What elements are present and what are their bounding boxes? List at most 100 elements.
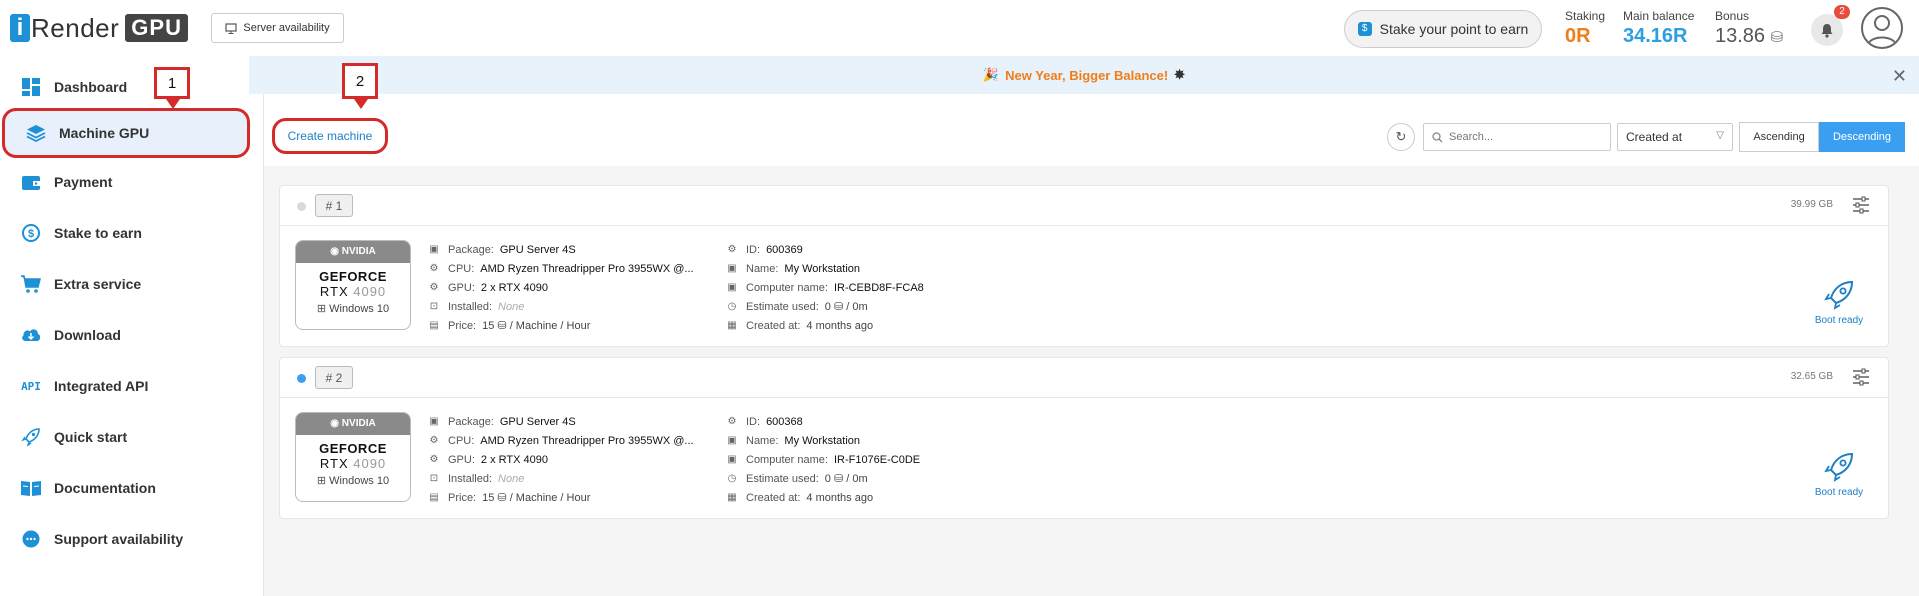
price-value: 15 ⛁ / Machine / Hour bbox=[482, 492, 591, 504]
main-balance-stat: Main balance 34.16R bbox=[1623, 9, 1694, 48]
os-label: ⊞ Windows 10 bbox=[296, 474, 410, 487]
sidebar-item-extra-service[interactable]: Extra service bbox=[0, 262, 254, 306]
close-icon[interactable]: ✕ bbox=[1892, 66, 1907, 87]
sidebar-item-label: Support availability bbox=[54, 531, 184, 547]
cpu-label: CPU: bbox=[448, 262, 475, 275]
price-icon: ▤ bbox=[429, 320, 439, 331]
id-row: ⚙ ID: 600369 bbox=[726, 240, 924, 259]
created-row: ▦ Created at: 4 months ago bbox=[726, 316, 924, 335]
settings-sliders-icon[interactable] bbox=[1851, 196, 1871, 214]
id-value: 600368 bbox=[766, 415, 803, 428]
machine-number-badge: # 2 bbox=[315, 366, 353, 389]
machine-meta: ⚙ ID: 600368 ▣ Name: My Workstation ▣ Compute… bbox=[726, 412, 920, 507]
create-machine-button[interactable]: Create machine bbox=[272, 118, 388, 154]
annotation-pointer-1 bbox=[166, 99, 180, 109]
computer-icon: ▣ bbox=[727, 282, 737, 293]
gpu-series: RTX bbox=[319, 456, 349, 471]
package-value: GPU Server 4S bbox=[499, 243, 576, 256]
settings-sliders-icon[interactable] bbox=[1851, 368, 1871, 386]
installed-value: None bbox=[498, 300, 525, 313]
descending-button[interactable]: Descending bbox=[1819, 122, 1905, 152]
staking-label: Staking bbox=[1565, 9, 1606, 23]
cpu-label: CPU: bbox=[448, 434, 475, 447]
promo-banner: 🎉 New Year, Bigger Balance! ✸ ✕ bbox=[249, 56, 1919, 94]
annotation-callout-1: 1 bbox=[154, 67, 190, 99]
svg-text:$: $ bbox=[28, 228, 34, 240]
sort-field-select[interactable]: Created at ▽ bbox=[1617, 123, 1733, 151]
price-row: ▤ Price: 15 ⛁ / Machine / Hour bbox=[428, 316, 694, 335]
search-box[interactable] bbox=[1423, 123, 1611, 151]
price-value: 15 ⛁ / Machine / Hour bbox=[482, 320, 591, 332]
price-row: ▤ Price: 15 ⛁ / Machine / Hour bbox=[428, 488, 694, 507]
sidebar-item-machine-gpu[interactable]: Machine GPU bbox=[2, 108, 250, 158]
boot-ready-button[interactable]: Boot ready bbox=[1804, 278, 1874, 326]
staking-value: 0R bbox=[1565, 25, 1591, 47]
price-label: Price: bbox=[448, 319, 477, 332]
refresh-button[interactable]: ↻ bbox=[1387, 123, 1415, 151]
os-label: ⊞ Windows 10 bbox=[296, 302, 410, 315]
search-input[interactable] bbox=[1449, 131, 1599, 143]
sidebar-item-quick-start[interactable]: Quick start bbox=[0, 415, 254, 459]
book-icon bbox=[20, 477, 42, 499]
sidebar-item-dashboard[interactable]: Dashboard bbox=[0, 65, 254, 109]
sort-field-value: Created at bbox=[1626, 130, 1683, 144]
machine-card: # 2 32.65 GB ◉ NVIDIA GEFORCE RTX 4090 ⊞… bbox=[279, 357, 1889, 519]
machine-meta: ⚙ ID: 600369 ▣ Name: My Workstation ▣ Compute… bbox=[726, 240, 924, 335]
sort-order-toggle: Ascending Descending bbox=[1739, 122, 1905, 152]
machine-specs: ▣ Package: GPU Server 4S ⚙ CPU: AMD Ryzen Th… bbox=[428, 240, 694, 335]
gpu-model-line2: RTX 4090 bbox=[296, 284, 410, 299]
coin-icon: $ bbox=[1357, 22, 1372, 36]
sidebar-item-integrated-api[interactable]: API Integrated API bbox=[0, 364, 254, 408]
sidebar-item-label: Download bbox=[54, 327, 121, 343]
server-availability-button[interactable]: Server availability bbox=[211, 13, 344, 43]
sidebar-item-payment[interactable]: Payment bbox=[0, 160, 254, 204]
name-value: My Workstation bbox=[784, 262, 860, 275]
logo-word: Render bbox=[31, 12, 120, 43]
installed-row: ⊡ Installed: None bbox=[428, 297, 694, 316]
app-logo[interactable]: i Render GPU bbox=[10, 12, 188, 43]
boot-ready-button[interactable]: Boot ready bbox=[1804, 450, 1874, 498]
windows-icon: ⊞ bbox=[316, 303, 327, 315]
price-icon: ▤ bbox=[429, 492, 439, 503]
created-value: 4 months ago bbox=[806, 319, 874, 332]
server-availability-label: Server availability bbox=[243, 22, 330, 34]
machine-number-badge: # 1 bbox=[315, 194, 353, 217]
gpu-row: ⚙ GPU: 2 x RTX 4090 bbox=[428, 450, 694, 469]
gpu-model-line1: GEFORCE bbox=[319, 441, 387, 456]
sidebar-item-stake-to-earn[interactable]: $ Stake to earn bbox=[0, 211, 254, 255]
sidebar-item-documentation[interactable]: Documentation bbox=[0, 466, 254, 510]
search-icon bbox=[1432, 131, 1443, 142]
annotation-callout-2: 2 bbox=[342, 63, 378, 99]
rocket-icon bbox=[20, 426, 42, 448]
staking-stat: Staking 0R bbox=[1565, 9, 1605, 48]
notifications-button[interactable] bbox=[1811, 14, 1843, 46]
ascending-button[interactable]: Ascending bbox=[1739, 122, 1819, 152]
party-icon: 🎉 bbox=[982, 67, 1000, 82]
sidebar-item-download[interactable]: Download bbox=[0, 313, 254, 357]
logo-mark: i bbox=[10, 14, 30, 42]
notification-count-badge: 2 bbox=[1834, 5, 1850, 19]
stake-points-button[interactable]: $ Stake your point to earn bbox=[1344, 10, 1542, 48]
created-label: Created at: bbox=[746, 491, 801, 504]
computer-name-value: IR-CEBD8F-FCA8 bbox=[833, 281, 924, 294]
gpu-thumbnail: ◉ NVIDIA GEFORCE RTX 4090 ⊞ Windows 10 bbox=[295, 412, 411, 502]
sidebar-item-support-availability[interactable]: Support availability bbox=[0, 517, 254, 561]
status-dot bbox=[297, 202, 306, 211]
sidebar-item-label: Payment bbox=[54, 174, 113, 190]
machine-specs: ▣ Package: GPU Server 4S ⚙ CPU: AMD Ryzen Th… bbox=[428, 412, 694, 507]
package-row: ▣ Package: GPU Server 4S bbox=[428, 412, 694, 431]
boot-status-label: Boot ready bbox=[1814, 315, 1864, 326]
gpu-number: 4090 bbox=[353, 456, 387, 471]
wallet-icon bbox=[20, 171, 42, 193]
user-avatar[interactable] bbox=[1861, 7, 1903, 49]
gpu-brand: NVIDIA bbox=[341, 418, 376, 429]
refresh-icon: ↻ bbox=[1395, 129, 1407, 144]
chip-icon: ⚙ bbox=[429, 454, 439, 465]
machine-size: 39.99 GB bbox=[1790, 199, 1833, 210]
cpu-icon: ⚙ bbox=[429, 263, 439, 274]
calendar-icon: ▦ bbox=[727, 492, 737, 503]
gpu-label: GPU: bbox=[448, 281, 475, 294]
gpu-number: 4090 bbox=[353, 284, 387, 299]
computer-name-row: ▣ Computer name: IR-CEBD8F-FCA8 bbox=[726, 278, 924, 297]
gpu-model-line1: GEFORCE bbox=[319, 269, 387, 284]
